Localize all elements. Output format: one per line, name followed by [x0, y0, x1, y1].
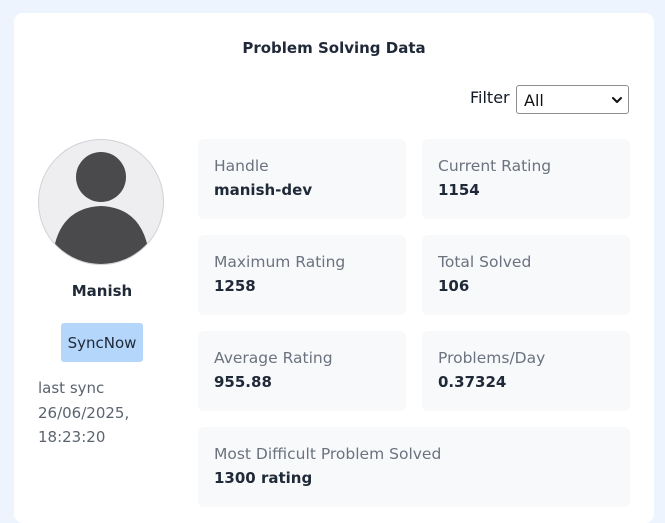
user-avatar-icon — [52, 152, 150, 264]
stat-card-average-rating: Average Rating 955.88 — [198, 331, 406, 411]
stat-value: 106 — [438, 277, 470, 295]
stat-card-current-rating: Current Rating 1154 — [422, 139, 630, 219]
stat-label: Total Solved — [438, 253, 532, 271]
stat-label: Handle — [214, 157, 269, 175]
problem-solving-card: Problem Solving Data Filter All Manish S… — [14, 13, 654, 523]
stat-value: manish-dev — [214, 181, 313, 199]
stat-card-maximum-rating: Maximum Rating 1258 — [198, 235, 406, 315]
stat-card-handle: Handle manish-dev — [198, 139, 406, 219]
stat-label: Problems/Day — [438, 349, 546, 367]
stat-label: Maximum Rating — [214, 253, 346, 271]
last-sync-text: last sync 26/06/2025, 18:23:20 — [38, 379, 130, 446]
stat-value: 1154 — [438, 181, 480, 199]
stat-card-total-solved: Total Solved 106 — [422, 235, 630, 315]
sync-now-button[interactable]: SyncNow — [61, 323, 143, 362]
page-title: Problem Solving Data — [242, 39, 426, 57]
stat-label: Current Rating — [438, 157, 552, 175]
chevron-down-icon — [612, 97, 622, 103]
stat-value: 0.37324 — [438, 373, 507, 391]
filter-label: Filter — [470, 88, 510, 107]
filter-selected-value: All — [524, 91, 544, 110]
stat-label: Most Difficult Problem Solved — [214, 445, 442, 463]
stat-value: 1258 — [214, 277, 256, 295]
stat-value: 1300 rating — [214, 469, 313, 487]
filter-select[interactable]: All — [516, 85, 629, 114]
avatar — [38, 139, 164, 265]
stat-label: Average Rating — [214, 349, 333, 367]
stat-card-most-difficult-problem: Most Difficult Problem Solved 1300 ratin… — [198, 427, 630, 507]
user-name: Manish — [71, 282, 133, 300]
stat-card-problems-per-day: Problems/Day 0.37324 — [422, 331, 630, 411]
stat-value: 955.88 — [214, 373, 272, 391]
